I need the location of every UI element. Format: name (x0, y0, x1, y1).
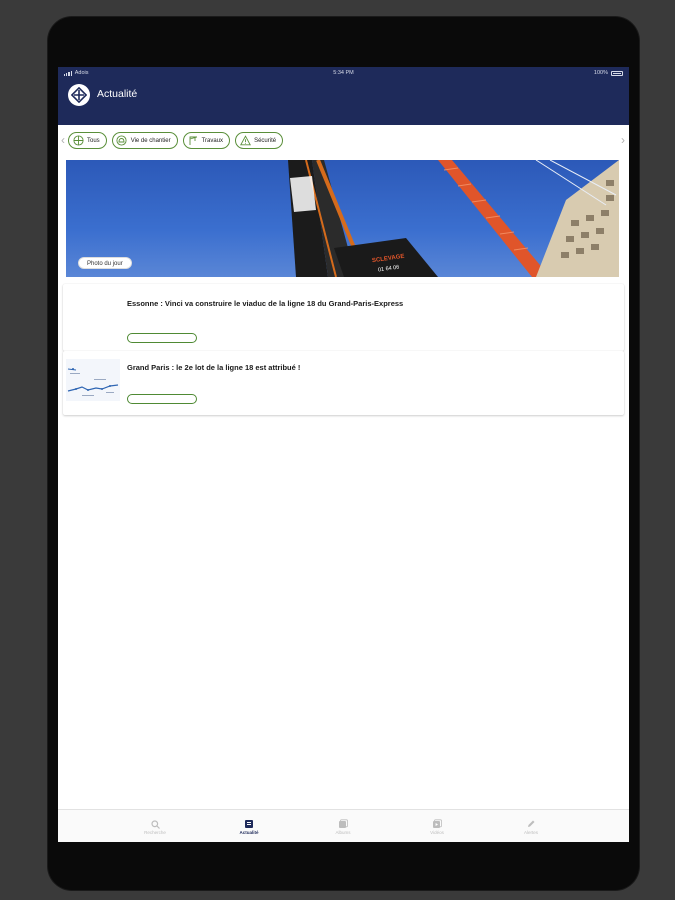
app-header: Adois 5:34 PM 100% Actualité (58, 67, 629, 125)
tab-videos[interactable]: Vidéos (392, 816, 482, 835)
news-title: Grand Paris : le 2e lot de la ligne 18 e… (127, 363, 301, 372)
filter-chip-label: Travaux (201, 137, 224, 144)
warning-icon (239, 135, 251, 147)
app-logo-icon[interactable] (68, 84, 90, 106)
news-card[interactable]: Essonne : Vinci va construire le viaduc … (63, 284, 624, 351)
tab-label: Recherche (144, 830, 166, 835)
pencil-icon (486, 816, 576, 827)
filter-chip-label: Sécurité (254, 137, 277, 144)
news-card[interactable]: Grand Paris : le 2e lot de la ligne 18 e… (63, 351, 624, 415)
crane-photo-image (288, 160, 619, 277)
tab-recherche[interactable]: Recherche (110, 816, 200, 835)
bottom-tab-bar: Recherche Actualité Albums Vidéos Alerte… (58, 809, 629, 842)
chevron-left-icon[interactable]: ‹ (61, 134, 65, 146)
filter-chip-vie-de-chantier[interactable]: Vie de chantier (111, 132, 178, 149)
album-icon (298, 816, 388, 828)
video-icon (392, 816, 482, 828)
filter-chip-label: Vie de chantier (130, 137, 171, 144)
news-title: Essonne : Vinci va construire le viaduc … (127, 299, 404, 308)
tab-label: Actualité (239, 830, 259, 835)
tab-label: Vidéos (430, 830, 444, 835)
news-category-pill (127, 394, 197, 404)
page-title: Actualité (97, 88, 138, 100)
filter-chip-label: Tous (87, 137, 100, 144)
tab-label: Alertes (523, 830, 538, 835)
tab-albums[interactable]: Albums (298, 816, 388, 835)
helmet-icon (116, 135, 128, 147)
filter-chip-securite[interactable]: Sécurité (235, 132, 284, 149)
grid-icon (72, 135, 84, 147)
news-category-pill (127, 333, 197, 343)
filter-chip-tous[interactable]: Tous (68, 132, 107, 149)
news-icon (204, 816, 294, 828)
search-icon (110, 816, 200, 829)
status-time: 5:34 PM (333, 70, 354, 76)
battery-icon (611, 70, 623, 76)
tab-actualite[interactable]: Actualité (204, 816, 294, 835)
chevron-right-icon[interactable]: › (621, 134, 625, 146)
tablet-frame: Adois 5:34 PM 100% Actualité ‹ Tous Vie … (48, 17, 639, 890)
status-bar: Adois 5:34 PM 100% (58, 69, 629, 79)
photo-of-the-day[interactable]: Photo du jour SCLEVAGE 01 64 06 (66, 160, 619, 277)
filter-chip-travaux[interactable]: Travaux (182, 132, 231, 149)
battery-percent: 100% (593, 70, 608, 76)
photo-of-the-day-badge: Photo du jour (78, 257, 132, 269)
tab-label: Albums (335, 830, 351, 835)
tab-alertes[interactable]: Alertes (486, 816, 576, 835)
app-screen: Adois 5:34 PM 100% Actualité ‹ Tous Vie … (58, 67, 629, 842)
filter-bar: ‹ Tous Vie de chantier Travaux Sécurité … (58, 129, 629, 151)
news-thumbnail (66, 359, 120, 401)
crane-icon (187, 135, 199, 147)
